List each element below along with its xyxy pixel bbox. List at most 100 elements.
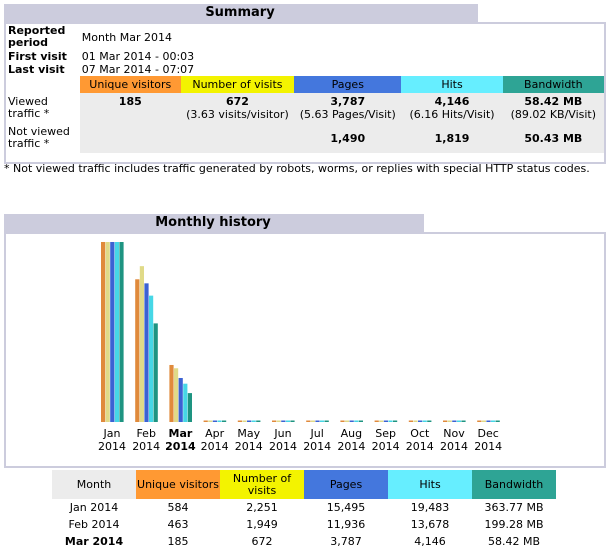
header-pages: Pages (294, 76, 402, 93)
not-viewed-bandwidth: 50.43 MB (524, 131, 583, 145)
hist-header-number-of-visits: Number of visits (220, 470, 304, 499)
viewed-hits-ratio: (6.16 Hits/Visit) (409, 108, 495, 121)
tick-label-month: Jul (310, 427, 324, 440)
hist-pages: 15,495 (326, 501, 366, 514)
bar-visits-may (242, 420, 247, 422)
viewed-bandwidth-ratio: (89.02 KB/Visit) (510, 108, 597, 121)
tick-label-month: May (237, 427, 260, 440)
not-viewed-pages: 1,490 (330, 131, 366, 145)
viewed-visits-value: 672 (225, 95, 249, 108)
bar-pages-aug (349, 420, 354, 422)
bar-unique-jan (101, 242, 106, 422)
last-visit-value: 07 Mar 2014 - 07:07 (81, 63, 195, 76)
bar-visits-feb (139, 266, 144, 422)
bar-bandwidth-mar (187, 393, 192, 422)
monthly-history-table: Month Unique visitors Number of visits P… (52, 470, 556, 550)
bar-hits-sep (388, 420, 393, 422)
hist-month: Feb 2014 (68, 518, 120, 531)
bar-bandwidth-nov (461, 420, 466, 422)
viewed-bandwidth: 58.42 MB (89.02 KB/Visit) (503, 93, 604, 123)
bar-hits-apr (217, 420, 222, 422)
bar-unique-mar (169, 364, 174, 422)
bar-unique-nov (443, 420, 448, 422)
reported-period-value: Month Mar 2014 (81, 30, 172, 44)
bar-hits-aug (354, 420, 359, 422)
bar-pages-mar (178, 378, 183, 422)
bar-pages-oct (418, 420, 423, 422)
bar-visits-apr (208, 420, 213, 422)
hist-header-pages: Pages (304, 470, 388, 499)
tick-label-month: Apr (205, 427, 225, 440)
tick-label-year: 2014 (337, 440, 365, 453)
header-hits: Hits (401, 76, 503, 93)
bar-pages-nov (452, 420, 457, 422)
viewed-pages-ratio: (5.63 Pages/Visit) (299, 108, 396, 121)
tick-label-year: 2014 (201, 440, 229, 453)
bar-unique-dec (477, 420, 482, 422)
traffic-footnote: * Not viewed traffic includes traffic ge… (4, 162, 590, 175)
hist-unique: 185 (167, 535, 189, 548)
bar-pages-may (247, 420, 252, 422)
bar-unique-jun (272, 420, 277, 422)
viewed-hits-value: 4,146 (434, 95, 470, 108)
tick-label-month: Aug (341, 427, 362, 440)
tick-label-year: 2014 (303, 440, 331, 453)
bar-bandwidth-jun (290, 420, 295, 422)
not-viewed-hits: 1,819 (434, 131, 470, 145)
tick-label-month: Dec (478, 427, 499, 440)
last-visit-label: Last visit (8, 63, 65, 76)
tick-label-year: 2014 (440, 440, 468, 453)
bar-visits-jan (105, 242, 110, 422)
header-number-of-visits: Number of visits (180, 76, 295, 93)
bar-visits-jun (276, 420, 281, 422)
tick-label-year: 2014 (165, 440, 196, 453)
bar-hits-mar (183, 383, 188, 422)
hist-visits: 1,949 (246, 518, 278, 531)
viewed-bandwidth-value: 58.42 MB (524, 95, 583, 108)
summary-panel: Reported period Month Mar 2014 First vis… (4, 22, 606, 164)
viewed-visits-ratio: (3.63 visits/visitor) (186, 108, 289, 121)
summary-title: Summary (4, 4, 478, 22)
bar-hits-dec (491, 420, 496, 422)
first-visit-label: First visit (8, 50, 67, 63)
bar-visits-sep (379, 420, 384, 422)
hist-header-bandwidth: Bandwidth (472, 470, 556, 499)
viewed-pages-value: 3,787 (330, 95, 366, 108)
bar-pages-jul (315, 420, 320, 422)
viewed-traffic-label: Viewed traffic * (6, 93, 80, 123)
bar-unique-aug (340, 420, 345, 422)
hist-visits: 672 (251, 535, 273, 548)
hist-bandwidth: 363.77 MB (484, 501, 544, 514)
hist-unique: 463 (167, 518, 189, 531)
bar-bandwidth-sep (393, 420, 398, 422)
tick-label-year: 2014 (269, 440, 297, 453)
tick-label-month: Jun (273, 427, 291, 440)
bar-unique-sep (374, 420, 379, 422)
hist-month: Mar 2014 (64, 535, 124, 548)
tick-label-month: Mar (169, 427, 193, 440)
bar-hits-jun (285, 420, 290, 422)
hist-pages: 3,787 (330, 535, 362, 548)
hist-header-unique-visitors: Unique visitors (136, 470, 220, 499)
bar-visits-mar (174, 368, 179, 422)
bar-bandwidth-dec (495, 420, 500, 422)
tick-label-month: Jan (103, 427, 121, 440)
header-bandwidth: Bandwidth (502, 76, 604, 93)
bar-pages-jun (281, 420, 286, 422)
tick-label-year: 2014 (474, 440, 502, 453)
bar-bandwidth-jan (119, 242, 124, 422)
tick-label-month: Oct (410, 427, 430, 440)
table-row: Mar 2014 185 672 3,787 4,146 58.42 MB (52, 533, 556, 550)
header-unique-visitors: Unique visitors (79, 76, 181, 93)
bar-pages-sep (383, 420, 388, 422)
bar-pages-dec (486, 420, 491, 422)
hist-visits: 2,251 (246, 501, 278, 514)
bar-pages-feb (144, 283, 149, 422)
tick-label-year: 2014 (406, 440, 434, 453)
bar-bandwidth-oct (427, 420, 432, 422)
bar-bandwidth-jul (324, 420, 329, 422)
bar-pages-jan (110, 242, 115, 422)
bar-visits-oct (413, 420, 418, 422)
bar-hits-nov (456, 420, 461, 422)
tick-label-year: 2014 (98, 440, 126, 453)
